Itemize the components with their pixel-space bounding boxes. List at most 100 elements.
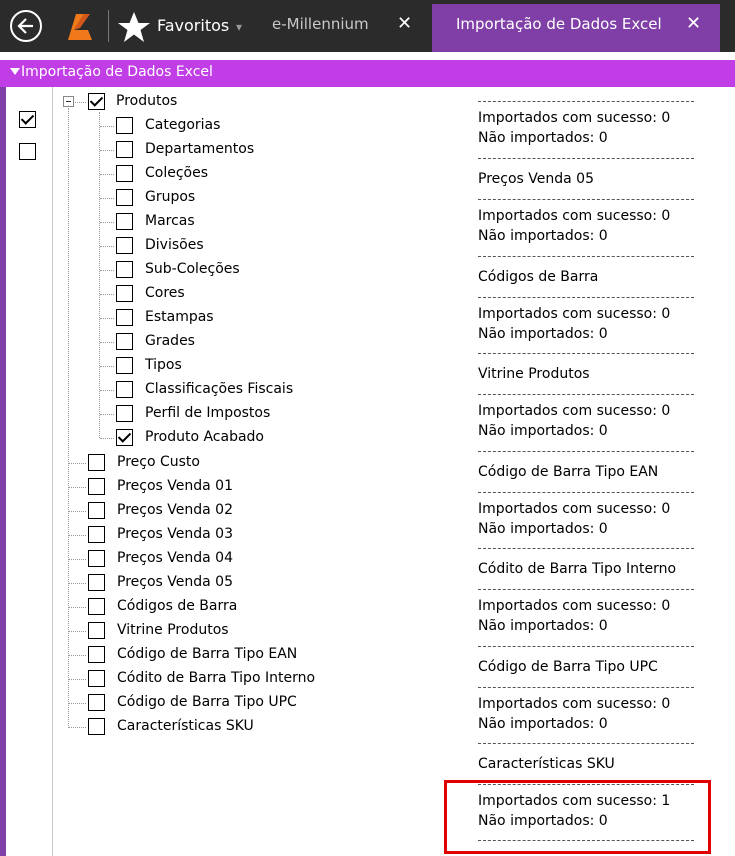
tree-item-label[interactable]: Códigos de Barra xyxy=(117,598,237,614)
tree-line xyxy=(69,583,86,584)
tree-item-label[interactable]: Características SKU xyxy=(117,718,254,734)
top-bar: Favoritos ▾ e-Millennium ✕ Importação de… xyxy=(0,0,735,52)
tree-item-label[interactable]: Preços Venda 05 xyxy=(117,574,233,590)
tree-item-label[interactable]: Divisões xyxy=(145,237,204,253)
log-fail-count: Não importados: 0 xyxy=(478,325,608,342)
tree-checkbox[interactable] xyxy=(88,694,105,711)
log-separator xyxy=(478,686,694,688)
select-all-checkbox[interactable] xyxy=(19,111,36,128)
tree-checkbox[interactable] xyxy=(88,646,105,663)
tree-item-label[interactable]: Preço Custo xyxy=(117,454,200,470)
tree-item-label[interactable]: Códito de Barra Tipo Interno xyxy=(117,670,315,686)
tree-checkbox[interactable] xyxy=(116,285,133,302)
tree-item-produtos[interactable]: Produtos xyxy=(116,93,177,109)
close-icon[interactable]: ✕ xyxy=(397,13,412,34)
tree-item-label[interactable]: Perfil de Impostos xyxy=(145,405,270,421)
log-success-count: Importados com sucesso: 0 xyxy=(478,598,671,614)
tree-item-label[interactable]: Grupos xyxy=(145,189,195,205)
tree-line xyxy=(69,487,86,488)
log-entry-title: Vitrine Produtos xyxy=(478,366,590,382)
log-separator xyxy=(478,199,694,200)
tree-item-label[interactable]: Departamentos xyxy=(145,141,254,157)
log-separator xyxy=(478,296,694,298)
log-success-count: Importados com sucesso: 0 xyxy=(478,500,671,517)
tree-line xyxy=(69,655,86,656)
log-entry-title: Código de Barra Tipo EAN xyxy=(478,463,659,480)
tree-item-label[interactable]: Preços Venda 04 xyxy=(117,550,233,566)
tree-item-label[interactable]: Coleções xyxy=(145,165,208,181)
tree-line xyxy=(69,511,86,512)
deselect-all-checkbox[interactable] xyxy=(19,143,36,160)
tree-item-label[interactable]: Marcas xyxy=(145,213,195,229)
tree-item-label[interactable]: Cores xyxy=(145,285,185,301)
star-icon[interactable] xyxy=(116,10,152,44)
tree-checkbox[interactable] xyxy=(116,381,133,398)
tree-item-label[interactable]: Sub-Coleções xyxy=(145,261,240,277)
tree-checkbox[interactable] xyxy=(88,670,105,687)
log-success-count: Importados com sucesso: 0 xyxy=(478,305,671,322)
checkbox-produtos[interactable] xyxy=(88,93,105,110)
tree-item-label[interactable]: Vitrine Produtos xyxy=(117,622,229,638)
chevron-down-icon[interactable]: ▾ xyxy=(236,20,242,34)
tree-checkbox[interactable] xyxy=(88,478,105,495)
tree-line xyxy=(100,438,114,439)
app-logo-icon[interactable] xyxy=(62,10,98,44)
favorites-menu[interactable]: Favoritos xyxy=(157,16,229,35)
tree-item-label[interactable]: Categorias xyxy=(145,117,220,133)
tree-checkbox[interactable] xyxy=(116,141,133,158)
tree-checkbox[interactable] xyxy=(88,574,105,591)
tree-checkbox[interactable] xyxy=(116,357,133,374)
tree-checkbox[interactable] xyxy=(88,598,105,615)
tree-checkbox[interactable] xyxy=(88,454,105,471)
tab-label: e-Millennium xyxy=(272,15,369,33)
tree-checkbox[interactable] xyxy=(88,502,105,519)
tree-checkbox[interactable] xyxy=(88,622,105,639)
tree-checkbox[interactable] xyxy=(116,189,133,206)
tree-line xyxy=(100,342,114,343)
tree-checkbox[interactable] xyxy=(116,261,133,278)
tree-checkbox[interactable] xyxy=(116,165,133,182)
tree-line xyxy=(69,607,86,608)
tree-checkbox[interactable] xyxy=(88,718,105,735)
tree-line xyxy=(100,126,114,127)
log-separator xyxy=(478,743,694,744)
tree-line xyxy=(100,222,114,223)
tree-line xyxy=(69,703,86,704)
tree-item-label[interactable]: Preços Venda 03 xyxy=(117,526,233,542)
close-icon[interactable]: ✕ xyxy=(686,13,701,34)
tree-item-label[interactable]: Preços Venda 01 xyxy=(117,478,233,494)
tab-e-millennium[interactable]: e-Millennium ✕ xyxy=(258,0,430,52)
tree-item-label[interactable]: Código de Barra Tipo EAN xyxy=(117,646,297,662)
log-success-count: Importados com sucesso: 0 xyxy=(478,110,671,126)
tree-checkbox[interactable] xyxy=(116,213,133,230)
tree-checkbox[interactable] xyxy=(116,309,133,326)
tree-line xyxy=(100,390,114,391)
tree-item-label[interactable]: Tipos xyxy=(145,357,182,373)
toolbar-separator xyxy=(108,10,109,42)
tree-item-label[interactable]: Grades xyxy=(145,333,195,349)
tree-item-label[interactable]: Código de Barra Tipo UPC xyxy=(117,694,297,710)
tree-item-label[interactable]: Produto Acabado xyxy=(145,429,264,445)
tree-checkbox[interactable] xyxy=(116,405,133,422)
section-header[interactable]: Importação de Dados Excel xyxy=(0,60,735,87)
log-entry-title: Código de Barra Tipo UPC xyxy=(478,658,658,675)
collapse-caret-icon[interactable] xyxy=(10,68,20,75)
collapse-tree-icon[interactable] xyxy=(63,96,74,107)
back-arrow-icon[interactable] xyxy=(10,10,42,42)
log-separator xyxy=(478,255,694,257)
tree-checkbox[interactable] xyxy=(116,237,133,254)
tree-item-label[interactable]: Preços Venda 02 xyxy=(117,502,233,518)
tree-checkbox[interactable] xyxy=(116,117,133,134)
tree-item-label[interactable]: Classificações Fiscais xyxy=(145,381,293,397)
tab-importacao-dados-excel[interactable]: Importação de Dados Excel ✕ xyxy=(432,4,720,52)
column-divider xyxy=(52,87,53,856)
tree-checkbox[interactable] xyxy=(88,526,105,543)
tree-line xyxy=(69,679,86,680)
tree-checkbox[interactable] xyxy=(88,550,105,567)
tree-line xyxy=(68,108,69,728)
log-entry-title: Códito de Barra Tipo Interno xyxy=(478,561,677,577)
tree-checkbox[interactable] xyxy=(116,429,133,446)
tree-line xyxy=(100,270,114,271)
tree-item-label[interactable]: Estampas xyxy=(145,309,214,325)
tree-checkbox[interactable] xyxy=(116,333,133,350)
